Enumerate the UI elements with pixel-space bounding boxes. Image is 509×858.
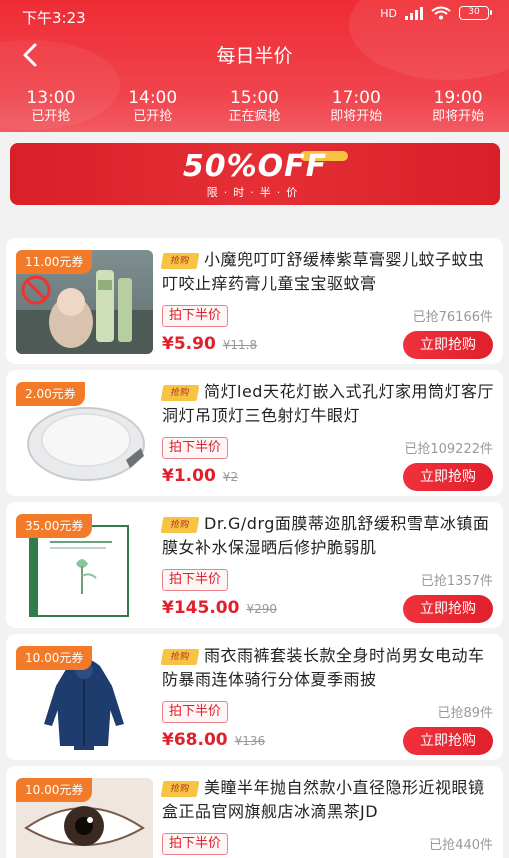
buy-now-button[interactable]: 立即抢购 xyxy=(403,727,493,755)
half-price-banner[interactable]: 50%OFF 限·时·半·价 xyxy=(10,143,500,205)
product-image[interactable]: 11.00元券 xyxy=(16,250,153,354)
flash-sale-icon: 抢购 xyxy=(160,385,200,401)
price-row: ¥68.00 ¥136 xyxy=(162,730,265,750)
time-tab-status: 已开抢 xyxy=(133,109,173,124)
banner-headline: 50%OFF xyxy=(182,149,328,184)
time-tab-1500[interactable]: 15:00 正在疯抢 xyxy=(204,88,306,132)
half-price-tag: 拍下半价 xyxy=(162,833,229,855)
price-row: ¥145.00 ¥290 xyxy=(162,598,277,618)
time-tab-time: 14:00 xyxy=(128,88,178,108)
product-image[interactable]: 10.00元券 xyxy=(16,646,153,750)
original-price: ¥290 xyxy=(246,602,277,616)
product-title[interactable]: 抢购 美瞳半年抛自然款小直径隐形近视眼镜盒正品官网旗舰店冰滴黑茶JD xyxy=(160,776,496,824)
sold-count: 已抢76166件 xyxy=(412,310,493,325)
header: 下午3:23 HD 30 每日半价 13:00 已开抢 14:00 已开抢 15… xyxy=(0,0,509,132)
product-title[interactable]: 抢购 雨衣雨裤套装长款全身时尚男女电动车防暴雨连体骑行分体夏季雨披 xyxy=(160,644,496,692)
product-card[interactable]: 10.00元券 抢购 雨衣雨裤套装长款全身时尚男女电动车防暴雨连体骑行分体夏季雨披… xyxy=(6,634,503,760)
half-price-tag: 拍下半价 xyxy=(162,701,229,723)
product-image[interactable]: 35.00元券 xyxy=(16,514,153,618)
sold-count: 已抢1357件 xyxy=(420,574,493,589)
status-time: 下午3:23 xyxy=(22,9,86,27)
signal-icon xyxy=(405,6,423,20)
status-bar: 下午3:23 HD 30 xyxy=(0,0,509,32)
product-title-text: Dr.G/drg面膜蒂迩肌舒缓积雪草冰镇面膜女补水保湿晒后修护脆弱肌 xyxy=(162,514,490,557)
sold-count: 已抢89件 xyxy=(437,706,493,721)
time-tab-status: 正在疯抢 xyxy=(228,109,281,124)
time-tab-time: 13:00 xyxy=(26,88,76,108)
banner-subtitle: 限·时·半·价 xyxy=(206,186,304,199)
product-title-text: 雨衣雨裤套装长款全身时尚男女电动车防暴雨连体骑行分体夏季雨披 xyxy=(162,646,485,689)
sale-price: ¥1.00 xyxy=(162,466,216,486)
original-price: ¥136 xyxy=(234,734,266,748)
product-title-text: 小魔兜叮叮舒缓棒紫草膏婴儿蚊子蚊虫叮咬止痒药膏儿童宝宝驱蚊膏 xyxy=(162,250,485,293)
price-row: ¥5.90 ¥11.8 xyxy=(162,334,257,354)
sale-price: ¥68.00 xyxy=(162,730,228,750)
flash-sale-icon: 抢购 xyxy=(160,781,200,797)
battery-icon: 30 xyxy=(459,6,492,20)
product-image[interactable]: 2.00元券 xyxy=(16,382,153,486)
product-title[interactable]: 抢购 Dr.G/drg面膜蒂迩肌舒缓积雪草冰镇面膜女补水保湿晒后修护脆弱肌 xyxy=(160,512,496,560)
wifi-icon xyxy=(431,6,451,20)
price-row: ¥1.00 ¥2 xyxy=(162,466,238,486)
status-icons: HD 30 xyxy=(380,6,492,20)
time-tab-time: 17:00 xyxy=(331,88,381,108)
product-title-text: 美瞳半年抛自然款小直径隐形近视眼镜盒正品官网旗舰店冰滴黑茶JD xyxy=(162,778,485,821)
product-title[interactable]: 抢购 小魔兜叮叮舒缓棒紫草膏婴儿蚊子蚊虫叮咬止痒药膏儿童宝宝驱蚊膏 xyxy=(160,248,496,296)
product-card[interactable]: 10.00元券 抢购 美瞳半年抛自然款小直径隐形近视眼镜盒正品官网旗舰店冰滴黑茶J… xyxy=(6,766,503,858)
buy-now-button[interactable]: 立即抢购 xyxy=(403,331,493,359)
coupon-badge: 2.00元券 xyxy=(16,382,85,406)
nav-bar: 每日半价 xyxy=(0,32,509,78)
coupon-badge: 10.00元券 xyxy=(16,778,93,802)
time-tab-status: 已开抢 xyxy=(31,109,71,124)
flash-sale-icon: 抢购 xyxy=(160,517,200,533)
product-title[interactable]: 抢购 简灯led天花灯嵌入式孔灯家用筒灯客厅洞灯吊顶灯三色射灯牛眼灯 xyxy=(160,380,496,428)
sold-count: 已抢109222件 xyxy=(404,442,493,457)
time-tab-status: 即将开始 xyxy=(432,109,485,124)
time-tab-1700[interactable]: 17:00 即将开始 xyxy=(305,88,407,132)
half-price-tag: 拍下半价 xyxy=(162,569,229,591)
half-price-tag: 拍下半价 xyxy=(162,437,229,459)
time-tab-1300[interactable]: 13:00 已开抢 xyxy=(0,88,102,132)
coupon-badge: 11.00元券 xyxy=(16,250,93,274)
sold-count: 已抢440件 xyxy=(429,838,493,853)
half-price-tag: 拍下半价 xyxy=(162,305,229,327)
coupon-badge: 10.00元券 xyxy=(16,646,93,670)
time-tab-time: 15:00 xyxy=(229,88,279,108)
product-title-text: 简灯led天花灯嵌入式孔灯家用筒灯客厅洞灯吊顶灯三色射灯牛眼灯 xyxy=(162,382,494,425)
original-price: ¥11.8 xyxy=(222,338,258,352)
product-image[interactable]: 10.00元券 xyxy=(16,778,153,858)
time-tab-status: 即将开始 xyxy=(330,109,383,124)
sale-price: ¥5.90 xyxy=(162,334,216,354)
buy-now-button[interactable]: 立即抢购 xyxy=(403,463,493,491)
time-tab-1400[interactable]: 14:00 已开抢 xyxy=(102,88,204,132)
product-card[interactable]: 11.00元券 抢购 小魔兜叮叮舒缓棒紫草膏婴儿蚊子蚊虫叮咬止痒药膏儿童宝宝驱蚊膏… xyxy=(6,238,503,364)
original-price: ¥2 xyxy=(222,470,239,484)
time-tab-1900[interactable]: 19:00 即将开始 xyxy=(407,88,509,132)
product-card[interactable]: 35.00元券 抢购 Dr.G/drg面膜蒂迩肌舒缓积雪草冰镇面膜女补水保湿晒后修… xyxy=(6,502,503,628)
network-label: HD xyxy=(380,6,397,20)
flash-sale-icon: 抢购 xyxy=(160,649,200,665)
time-slot-tabs: 13:00 已开抢 14:00 已开抢 15:00 正在疯抢 17:00 即将开… xyxy=(0,88,509,132)
page-title: 每日半价 xyxy=(216,45,293,67)
time-tab-time: 19:00 xyxy=(433,88,483,108)
product-card[interactable]: 2.00元券 抢购 简灯led天花灯嵌入式孔灯家用筒灯客厅洞灯吊顶灯三色射灯牛眼灯… xyxy=(6,370,503,496)
coupon-badge: 35.00元券 xyxy=(16,514,93,538)
buy-now-button[interactable]: 立即抢购 xyxy=(403,595,493,623)
sale-price: ¥145.00 xyxy=(162,598,240,618)
flash-sale-icon: 抢购 xyxy=(160,253,200,269)
